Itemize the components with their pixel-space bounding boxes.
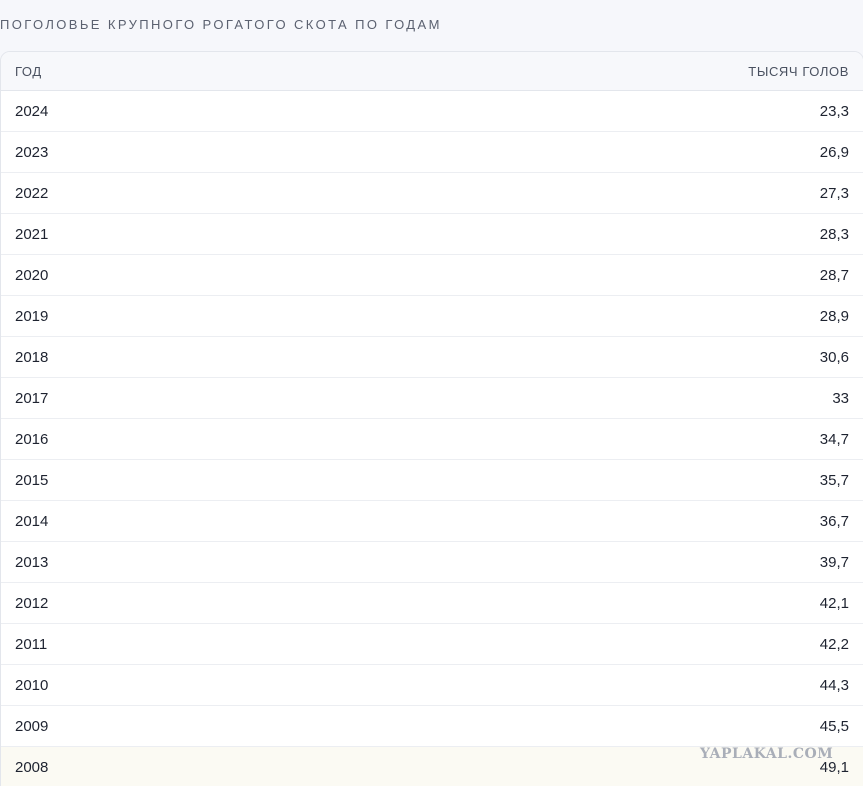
table-row: 2014 36,7	[1, 501, 863, 542]
cell-value: 39,7	[819, 553, 849, 571]
cell-year: 2014	[15, 512, 49, 530]
table-row: 2020 28,7	[1, 255, 863, 296]
table-row: 2013 39,7	[1, 542, 863, 583]
cell-year: 2013	[15, 553, 49, 571]
cell-year: 2021	[15, 225, 49, 243]
cell-year: 2019	[15, 307, 49, 325]
cell-value: 28,9	[819, 307, 849, 325]
column-header-year: ГОД	[15, 63, 42, 79]
cell-value: 42,1	[819, 594, 849, 612]
table-row: 2016 34,7	[1, 419, 863, 460]
table-row: 2010 44,3	[1, 665, 863, 706]
cell-year: 2010	[15, 676, 49, 694]
page: ПОГОЛОВЬЕ КРУПНОГО РОГАТОГО СКОТА ПО ГОД…	[0, 0, 863, 786]
table-row: 2022 27,3	[1, 173, 863, 214]
cell-year: 2023	[15, 143, 49, 161]
cell-year: 2024	[15, 102, 49, 120]
table-row: 2019 28,9	[1, 296, 863, 337]
cell-year: 2022	[15, 184, 49, 202]
watermark-logo: YAPLAKAL.COM	[700, 746, 834, 762]
cell-year: 2017	[15, 389, 49, 407]
cell-value: 30,6	[819, 348, 849, 366]
cell-year: 2011	[15, 635, 48, 653]
table-header: ГОД ТЫСЯЧ ГОЛОВ	[1, 52, 863, 91]
data-table: ГОД ТЫСЯЧ ГОЛОВ 2024 23,3 2023 26,9 2022 27,3…	[0, 51, 863, 786]
cell-value: 26,9	[819, 143, 849, 161]
cell-value: 27,3	[819, 184, 849, 202]
cell-value: 44,3	[819, 676, 849, 694]
table-row: 2009 45,5	[1, 706, 863, 747]
table-row: 2012 42,1	[1, 583, 863, 624]
cell-value: 28,3	[819, 225, 849, 243]
table-body: 2024 23,3 2023 26,9 2022 27,3 2021 28,3 2020 28,7…	[1, 91, 863, 786]
cell-value: 35,7	[819, 471, 849, 489]
cell-value: 34,7	[819, 430, 849, 448]
cell-value: 28,7	[819, 266, 849, 284]
table-row: 2018 30,6	[1, 337, 863, 378]
cell-year: 2012	[15, 594, 49, 612]
column-header-value: ТЫСЯЧ ГОЛОВ	[748, 63, 849, 79]
cell-year: 2008	[15, 758, 49, 776]
table-row: 2023 26,9	[1, 132, 863, 173]
table-row: 2015 35,7	[1, 460, 863, 501]
cell-value: 33	[832, 389, 849, 407]
table-row: 2017 33	[1, 378, 863, 419]
cell-value: 36,7	[819, 512, 849, 530]
table-row: 2011 42,2	[1, 624, 863, 665]
cell-year: 2009	[15, 717, 49, 735]
cell-value: 45,5	[819, 717, 849, 735]
table-row: 2024 23,3	[1, 91, 863, 132]
cell-year: 2018	[15, 348, 49, 366]
cell-year: 2020	[15, 266, 49, 284]
table-row: 2021 28,3	[1, 214, 863, 255]
page-title: ПОГОЛОВЬЕ КРУПНОГО РОГАТОГО СКОТА ПО ГОД…	[0, 17, 442, 32]
cell-value: 23,3	[819, 102, 849, 120]
cell-value: 42,2	[819, 635, 849, 653]
cell-year: 2015	[15, 471, 49, 489]
cell-year: 2016	[15, 430, 49, 448]
